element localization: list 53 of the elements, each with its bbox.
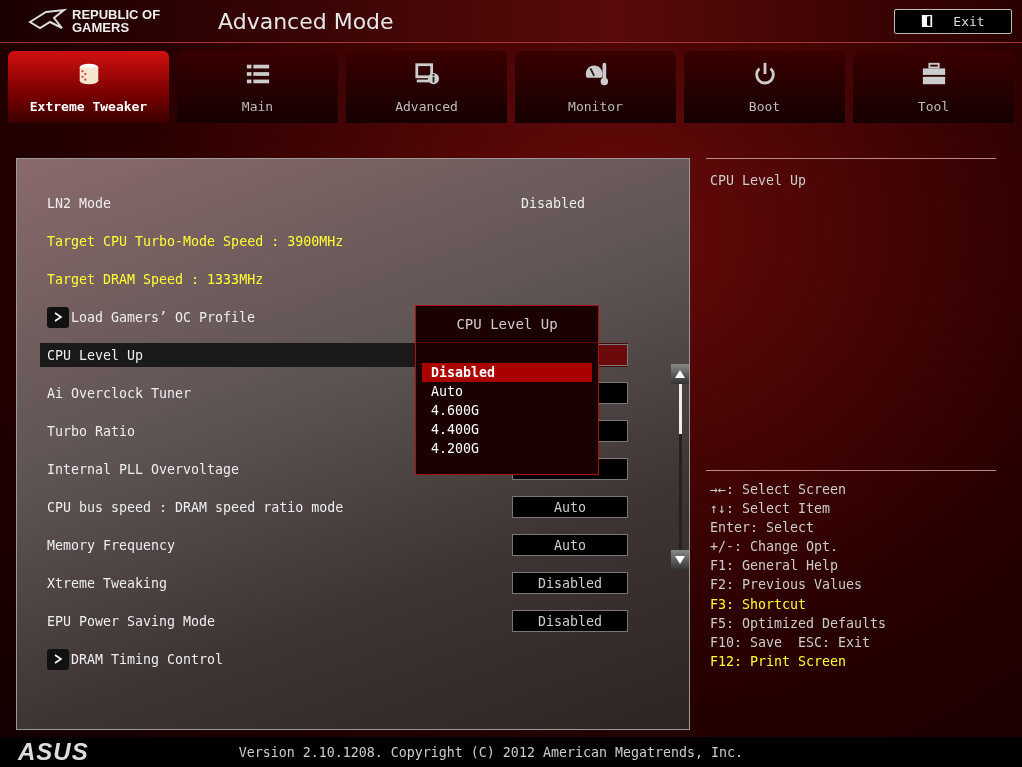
key-hint: Enter: Select xyxy=(710,519,816,538)
submenu-link[interactable]: DRAM Timing Control xyxy=(47,648,224,670)
help-description: CPU Level Up xyxy=(710,173,807,188)
chevron-icon xyxy=(47,306,69,328)
setting-label[interactable]: CPU bus speed : DRAM speed ratio mode xyxy=(47,499,512,515)
setting-label[interactable]: Memory Frequency xyxy=(47,537,512,553)
door-icon xyxy=(921,14,934,28)
setting-label[interactable]: Xtreme Tweaking xyxy=(47,575,512,591)
version-text: Version 2.10.1208. Copyright (C) 2012 American Megatrends, Inc. xyxy=(238,744,744,760)
key-hint: F2: Previous Values xyxy=(710,576,864,595)
info-text: Target CPU Turbo-Mode Speed : 3900MHz xyxy=(47,233,345,249)
value-dropdown[interactable]: Auto xyxy=(512,534,628,556)
brand-text: REPUBLIC OF xyxy=(72,8,161,21)
brand-text: GAMERS xyxy=(72,21,131,34)
up-triangle-icon xyxy=(675,370,685,378)
tab[interactable]: Monitor xyxy=(515,51,676,123)
tab[interactable]: Extreme Tweaker xyxy=(8,51,169,123)
scrollbar[interactable] xyxy=(671,364,689,570)
key-hint: +/-: Change Opt. xyxy=(710,538,840,557)
popup-option[interactable]: Auto xyxy=(422,382,592,401)
setting-label[interactable]: EPU Power Saving Mode xyxy=(47,613,512,629)
popup-option[interactable]: Disabled xyxy=(422,363,592,382)
toolbox-icon xyxy=(920,60,947,87)
scroll-down-button[interactable] xyxy=(671,550,689,570)
down-triangle-icon xyxy=(675,556,685,564)
tab[interactable]: Boot xyxy=(684,51,845,123)
tab[interactable]: Advanced xyxy=(346,51,507,123)
value-dropdown[interactable]: Disabled xyxy=(512,572,628,594)
tab[interactable]: Tool xyxy=(853,51,1014,123)
value-dropdown[interactable]: Disabled xyxy=(512,610,628,632)
tab[interactable]: Main xyxy=(177,51,338,123)
key-hint: F10: Save ESC: Exit xyxy=(710,633,872,652)
popup-option[interactable]: 4.600G xyxy=(422,401,592,420)
key-hint: F3: Shortcut xyxy=(710,595,808,614)
popup-title: CPU Level Up xyxy=(416,306,598,343)
value-dropdown[interactable]: Auto xyxy=(512,496,628,518)
info-text: Target DRAM Speed : 1333MHz xyxy=(47,271,265,287)
key-hint: F5: Optimized Defaults xyxy=(710,614,888,633)
key-hint: ↑↓: Select Item xyxy=(710,500,832,519)
key-hint: F12: Print Screen xyxy=(710,652,848,671)
exit-button[interactable]: Exit xyxy=(894,8,1012,34)
page-title: Advanced Mode xyxy=(218,8,395,34)
setting-value: Disabled xyxy=(519,195,586,211)
scroll-up-button[interactable] xyxy=(671,364,689,384)
setting-label[interactable]: LN2 Mode xyxy=(47,195,494,211)
submenu-link[interactable]: Load Gamers’ OC Profile xyxy=(47,306,256,328)
popup-option[interactable]: 4.200G xyxy=(422,439,592,458)
popup-option[interactable]: 4.400G xyxy=(422,420,592,439)
monitor-info-icon xyxy=(413,60,440,87)
key-hint: F1: General Help xyxy=(710,557,840,576)
key-hint: →←: Select Screen xyxy=(710,481,848,499)
brand-logo: ASUS xyxy=(18,738,89,766)
chevron-icon xyxy=(47,648,69,670)
